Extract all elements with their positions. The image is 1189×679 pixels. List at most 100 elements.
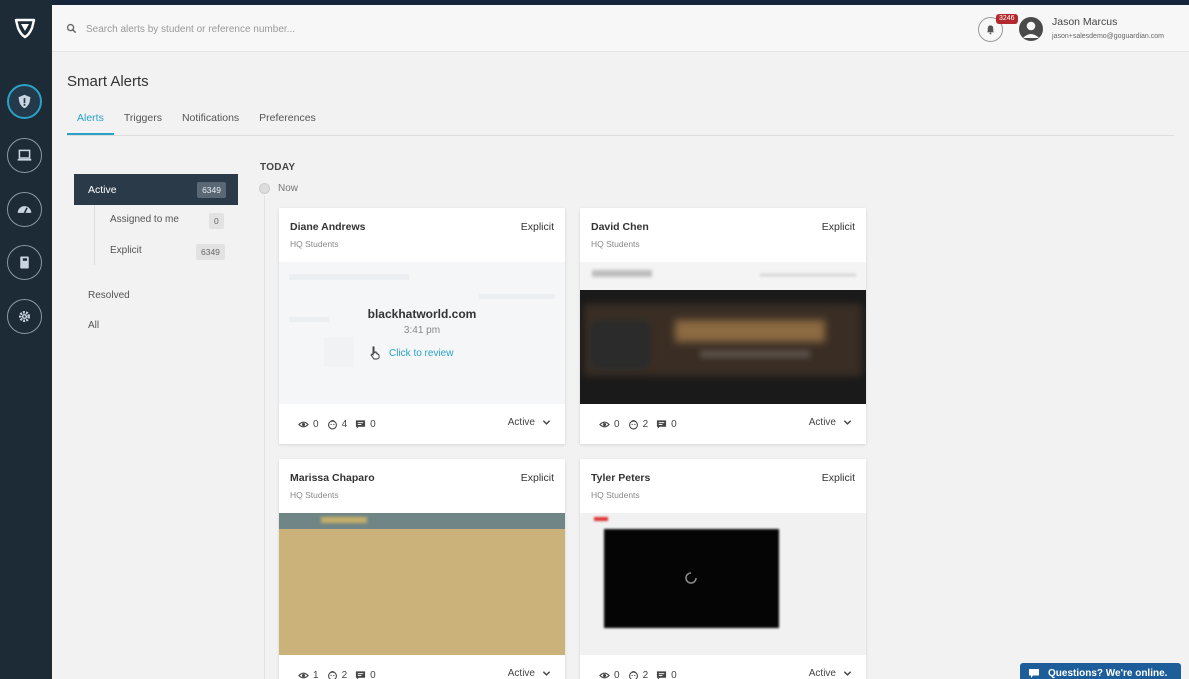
comments-count: 0 [671,418,677,430]
tab-notifications[interactable]: Notifications [172,111,249,135]
alert-screenshot[interactable] [279,513,565,655]
book-icon [20,256,29,269]
alert-time: 3:41 pm [403,325,441,336]
notification-count-badge: 3246 [996,14,1018,24]
alert-category: Explicit [821,472,855,484]
chat-label: Questions? We're online. [1048,667,1168,679]
click-to-review-link[interactable]: Click to review [389,348,453,359]
chevron-down-icon [843,420,852,425]
filter-assigned-to-me[interactable]: Assigned to me [110,214,179,225]
user-email: jason+salesdemo@goguardian.com [1052,33,1164,40]
timeline-dot [259,183,270,194]
nav-alerts-button[interactable] [7,84,42,119]
flags-count: 2 [341,669,348,679]
face-icon [628,670,638,679]
tab-divider [67,135,1174,136]
alert-category: Explicit [821,221,855,233]
alert-category: Explicit [520,221,554,233]
live-chat-button[interactable]: Questions? We're online. [1020,663,1181,679]
alert-card[interactable]: Marissa Chaparo HQ Students Explicit 1 2… [279,459,565,679]
alert-card[interactable]: Tyler Peters HQ Students Explicit 0 2 0 … [580,459,866,679]
tab-bar: Alerts Triggers Notifications Preference… [67,111,326,136]
nav-settings-button[interactable] [7,299,42,334]
student-group: HQ Students [591,490,640,500]
views-count: 0 [313,418,319,430]
card-footer: 0 4 0 Active [279,404,565,444]
screenshot-image-blur [580,290,866,404]
status-value: Active [808,417,836,428]
filter-assigned-count: 0 [209,213,224,229]
screenshot-image-blur [279,529,565,655]
tab-alerts[interactable]: Alerts [67,111,114,135]
student-name: Tyler Peters [591,472,651,484]
user-icon [1023,21,1039,38]
screenshot-header-blur [580,262,866,290]
search-icon [66,23,77,34]
comment-icon [657,419,667,429]
nav-policies-button[interactable] [7,245,42,280]
alert-category: Explicit [520,472,554,484]
flags-stat: 2 [628,419,648,430]
comments-count: 0 [671,669,677,679]
alert-card[interactable]: Diane Andrews HQ Students Explicit black… [279,208,565,444]
student-name: Marissa Chaparo [290,472,375,484]
filter-active-label: Active [88,183,117,196]
logo-icon[interactable] [13,16,37,40]
nav-devices-button[interactable] [7,138,42,173]
shield-icon [18,94,31,109]
views-count: 1 [313,669,319,679]
eye-icon [298,672,309,678]
comment-icon [356,670,366,679]
filter-explicit-count: 6349 [196,244,225,260]
views-stat: 0 [599,419,620,430]
alert-card[interactable]: David Chen HQ Students Explicit 0 2 0 Ac… [580,208,866,444]
comments-count: 0 [370,418,376,430]
comments-stat: 0 [656,419,677,430]
filter-tree-line [94,205,95,265]
views-stat: 0 [599,670,620,679]
filter-all[interactable]: All [88,320,99,331]
timeline-now-label: Now [278,183,299,194]
alert-screenshot[interactable] [580,513,866,655]
card-footer: 0 2 0 Active [580,404,866,444]
sidebar [0,0,52,679]
chat-bubble-icon [1029,668,1039,678]
alert-preview[interactable]: blackhatworld.com 3:41 pm Click to revie… [279,262,565,404]
filter-active[interactable]: Active 6349 [74,174,238,205]
eye-icon [298,421,309,427]
face-icon [327,419,337,429]
status-dropdown[interactable]: Active [809,668,852,679]
views-stat: 1 [298,670,319,679]
search-input[interactable] [86,19,486,39]
avatar[interactable] [1019,17,1043,41]
student-name: Diane Andrews [290,221,366,233]
status-value: Active [507,417,535,428]
alert-screenshot[interactable] [580,262,866,404]
timeline-heading: TODAY [260,162,296,173]
gauge-icon [17,206,32,214]
filter-explicit[interactable]: Explicit [110,245,142,256]
status-dropdown[interactable]: Active [508,417,551,428]
card-footer: 0 2 0 Active [580,655,866,679]
flags-stat: 4 [327,419,347,430]
status-dropdown[interactable]: Active [809,417,852,428]
face-icon [327,670,337,679]
chevron-down-icon [542,420,551,425]
loading-spinner-icon [685,572,697,584]
laptop-icon [17,149,32,161]
flags-stat: 2 [327,669,348,679]
status-dropdown[interactable]: Active [508,668,551,679]
student-name: David Chen [591,221,649,233]
alert-domain: blackhatworld.com [367,307,477,321]
views-stat: 0 [298,419,319,430]
face-icon [628,419,638,429]
nav-dashboard-button[interactable] [7,192,42,227]
flags-count: 2 [642,669,649,679]
comments-stat: 0 [656,670,677,679]
screenshot-header-blur [279,513,565,529]
eye-icon [599,672,610,678]
filter-resolved[interactable]: Resolved [88,290,130,301]
gear-icon [18,310,31,323]
tab-triggers[interactable]: Triggers [114,111,172,135]
tab-preferences[interactable]: Preferences [249,111,326,135]
